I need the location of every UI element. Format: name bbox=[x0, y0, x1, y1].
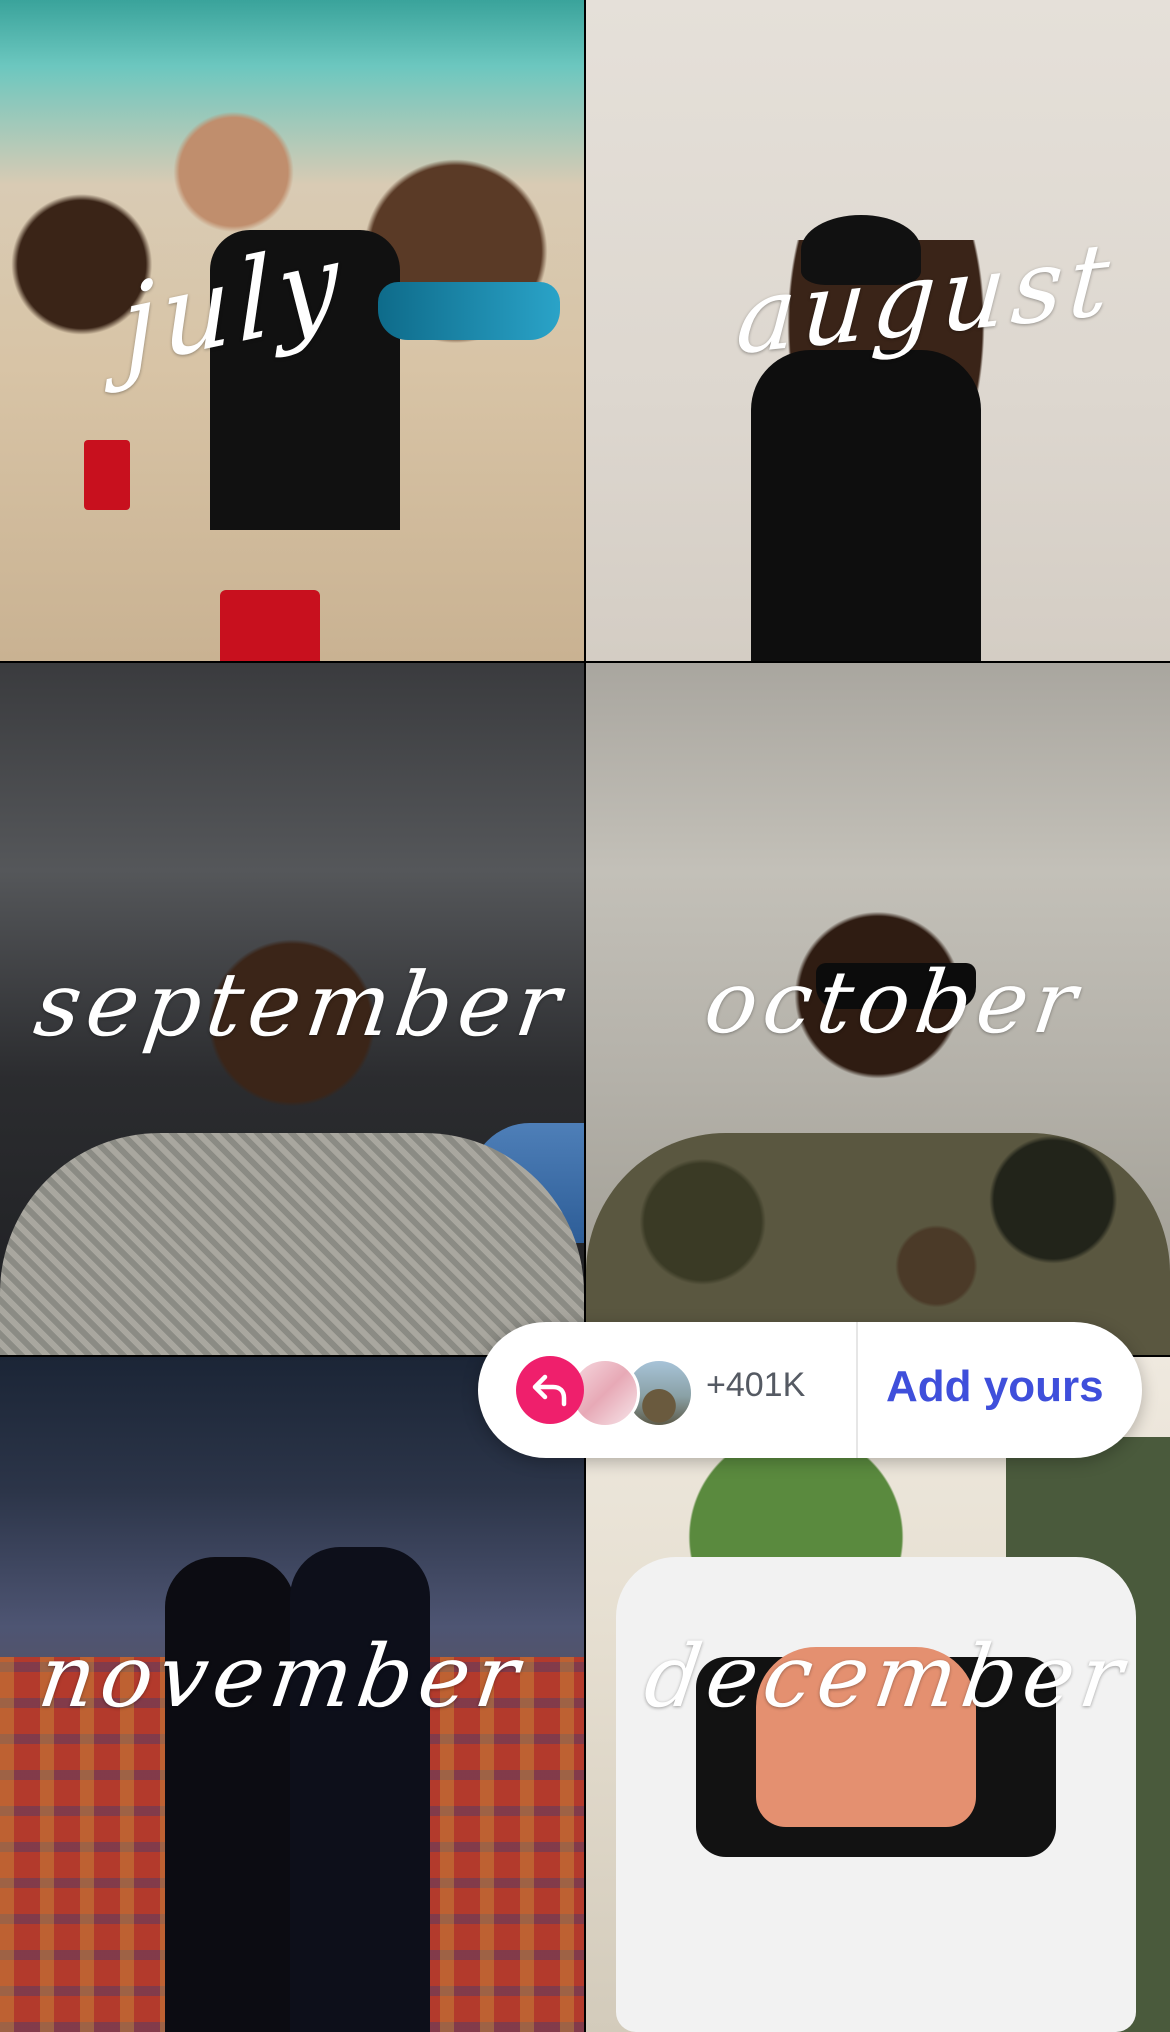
tile-august: august bbox=[586, 0, 1170, 661]
photo-detail bbox=[378, 282, 560, 340]
month-label-november: november bbox=[32, 1627, 531, 1727]
tile-july: july bbox=[0, 0, 584, 661]
photo-detail bbox=[0, 1133, 584, 1355]
tile-november: november bbox=[0, 1357, 584, 2032]
month-label-december: december bbox=[638, 1627, 1135, 1727]
tile-december: december bbox=[586, 1357, 1170, 2032]
add-yours-button[interactable]: Add yours bbox=[886, 1362, 1104, 1412]
photo-detail bbox=[220, 590, 320, 661]
month-label-october: october bbox=[698, 953, 1089, 1053]
photo-detail bbox=[751, 350, 981, 661]
photo-detail bbox=[84, 440, 130, 510]
reply-arrow-glyph bbox=[532, 1374, 567, 1407]
add-yours-sticker[interactable]: +401K Add yours bbox=[478, 1322, 1142, 1458]
tile-september: september bbox=[0, 663, 584, 1355]
tile-october: october bbox=[586, 663, 1170, 1355]
photo-grid: july august september october november d… bbox=[0, 0, 1170, 2032]
divider bbox=[856, 1322, 858, 1458]
reply-arrow-icon[interactable] bbox=[516, 1356, 584, 1424]
month-label-september: september bbox=[28, 953, 573, 1056]
participant-count[interactable]: +401K bbox=[706, 1366, 805, 1405]
photo-detail bbox=[290, 1547, 430, 2032]
